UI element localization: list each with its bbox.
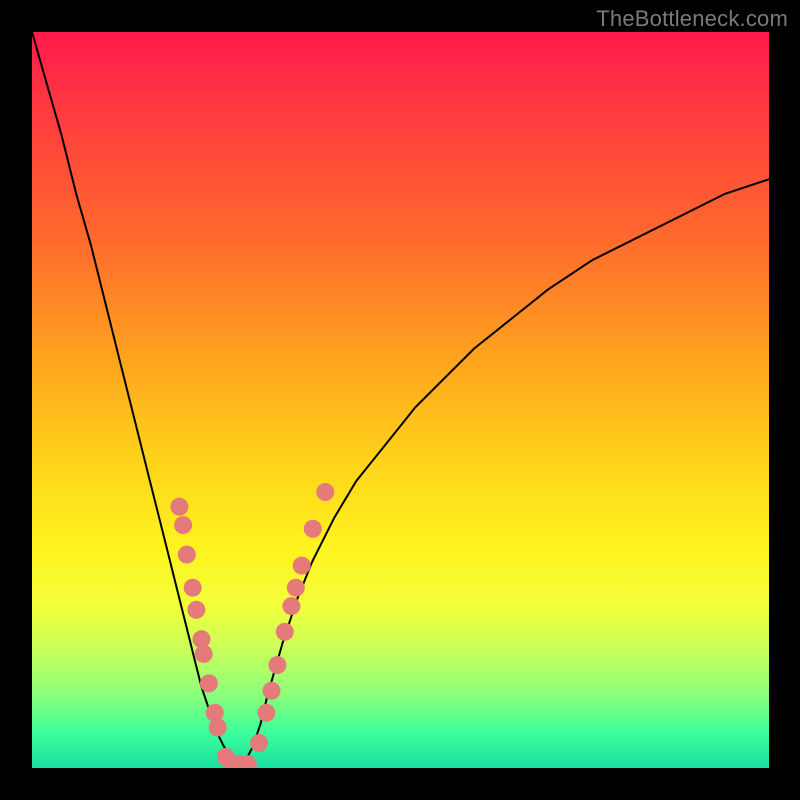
dots-group	[170, 483, 334, 768]
highlight-dot	[178, 546, 196, 564]
chart-stage: TheBottleneck.com	[0, 0, 800, 800]
highlight-dot	[282, 597, 300, 615]
highlight-dot	[276, 623, 294, 641]
highlight-dot	[209, 719, 227, 737]
highlight-dot	[316, 483, 334, 501]
bottleneck-curve-right	[238, 179, 769, 768]
watermark-label: TheBottleneck.com	[596, 6, 788, 32]
chart-svg	[32, 32, 769, 768]
highlight-dot	[257, 704, 275, 722]
highlight-dot	[268, 656, 286, 674]
highlight-dot	[184, 579, 202, 597]
highlight-dot	[195, 645, 213, 663]
highlight-dot	[250, 734, 268, 752]
plot-area	[32, 32, 769, 768]
highlight-dot	[287, 579, 305, 597]
highlight-dot	[263, 682, 281, 700]
highlight-dot	[170, 498, 188, 516]
highlight-dot	[293, 557, 311, 575]
highlight-dot	[174, 516, 192, 534]
highlight-dot	[304, 520, 322, 538]
highlight-dot	[200, 674, 218, 692]
highlight-dot	[187, 601, 205, 619]
curve-group	[32, 32, 769, 768]
